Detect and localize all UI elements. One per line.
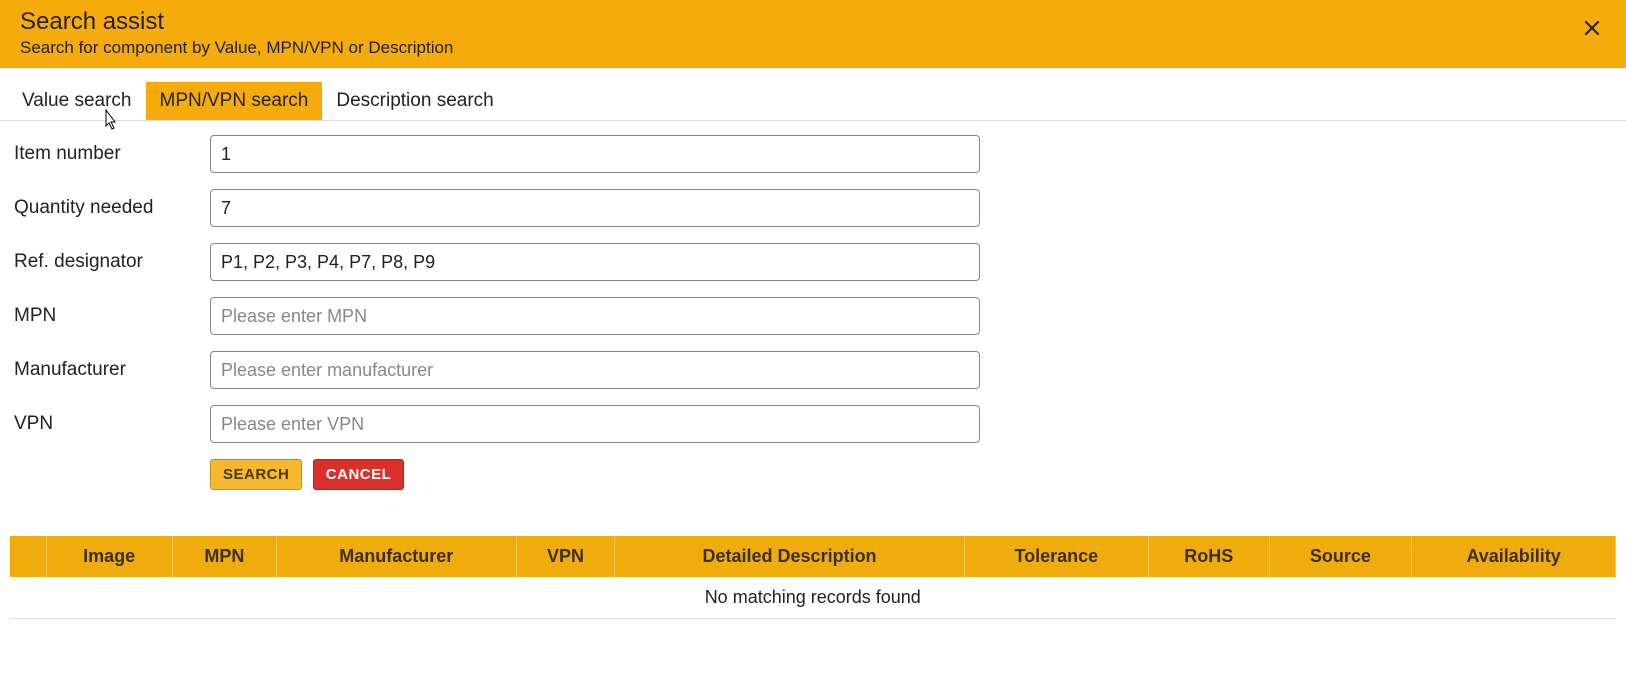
col-rohs[interactable]: RoHS [1148, 536, 1269, 577]
dialog-header: Search assist Search for component by Va… [0, 0, 1626, 68]
col-select[interactable] [10, 536, 46, 577]
cancel-button[interactable]: CANCEL [313, 459, 405, 490]
label-vpn: VPN [14, 413, 210, 435]
close-button[interactable] [1582, 18, 1606, 42]
close-icon [1582, 18, 1602, 38]
row-mpn: MPN [14, 297, 1612, 335]
search-form: Item number Quantity needed Ref. designa… [0, 121, 1626, 490]
input-ref-designator[interactable] [210, 243, 980, 281]
tab-bar: Value search MPN/VPN search Description … [0, 82, 1626, 121]
dialog-title: Search assist [20, 8, 1606, 36]
input-manufacturer[interactable] [210, 351, 980, 389]
dialog-subtitle: Search for component by Value, MPN/VPN o… [20, 38, 1606, 58]
row-manufacturer: Manufacturer [14, 351, 1612, 389]
label-item-number: Item number [14, 143, 210, 165]
tab-mpn-vpn-search[interactable]: MPN/VPN search [146, 82, 323, 120]
input-quantity[interactable] [210, 189, 980, 227]
results-area: Image MPN Manufacturer VPN Detailed Desc… [10, 536, 1616, 619]
row-quantity: Quantity needed [14, 189, 1612, 227]
label-quantity: Quantity needed [14, 197, 210, 219]
tab-description-search[interactable]: Description search [322, 82, 507, 120]
input-vpn[interactable] [210, 405, 980, 443]
row-ref-designator: Ref. designator [14, 243, 1612, 281]
col-image[interactable]: Image [46, 536, 172, 577]
button-row: SEARCH CANCEL [210, 459, 1612, 490]
col-vpn[interactable]: VPN [516, 536, 615, 577]
label-mpn: MPN [14, 305, 210, 327]
results-header-row: Image MPN Manufacturer VPN Detailed Desc… [10, 536, 1616, 577]
label-manufacturer: Manufacturer [14, 359, 210, 381]
row-item-number: Item number [14, 135, 1612, 173]
col-source[interactable]: Source [1269, 536, 1412, 577]
col-tolerance[interactable]: Tolerance [964, 536, 1148, 577]
col-manufacturer[interactable]: Manufacturer [276, 536, 516, 577]
input-mpn[interactable] [210, 297, 980, 335]
col-availability[interactable]: Availability [1412, 536, 1616, 577]
results-table: Image MPN Manufacturer VPN Detailed Desc… [10, 536, 1616, 619]
label-ref-designator: Ref. designator [14, 251, 210, 273]
input-item-number[interactable] [210, 135, 980, 173]
col-description[interactable]: Detailed Description [615, 536, 964, 577]
results-empty-text: No matching records found [10, 577, 1616, 619]
row-vpn: VPN [14, 405, 1612, 443]
results-empty-row: No matching records found [10, 577, 1616, 619]
tab-value-search[interactable]: Value search [8, 82, 146, 120]
col-mpn[interactable]: MPN [172, 536, 276, 577]
search-button[interactable]: SEARCH [210, 459, 302, 490]
